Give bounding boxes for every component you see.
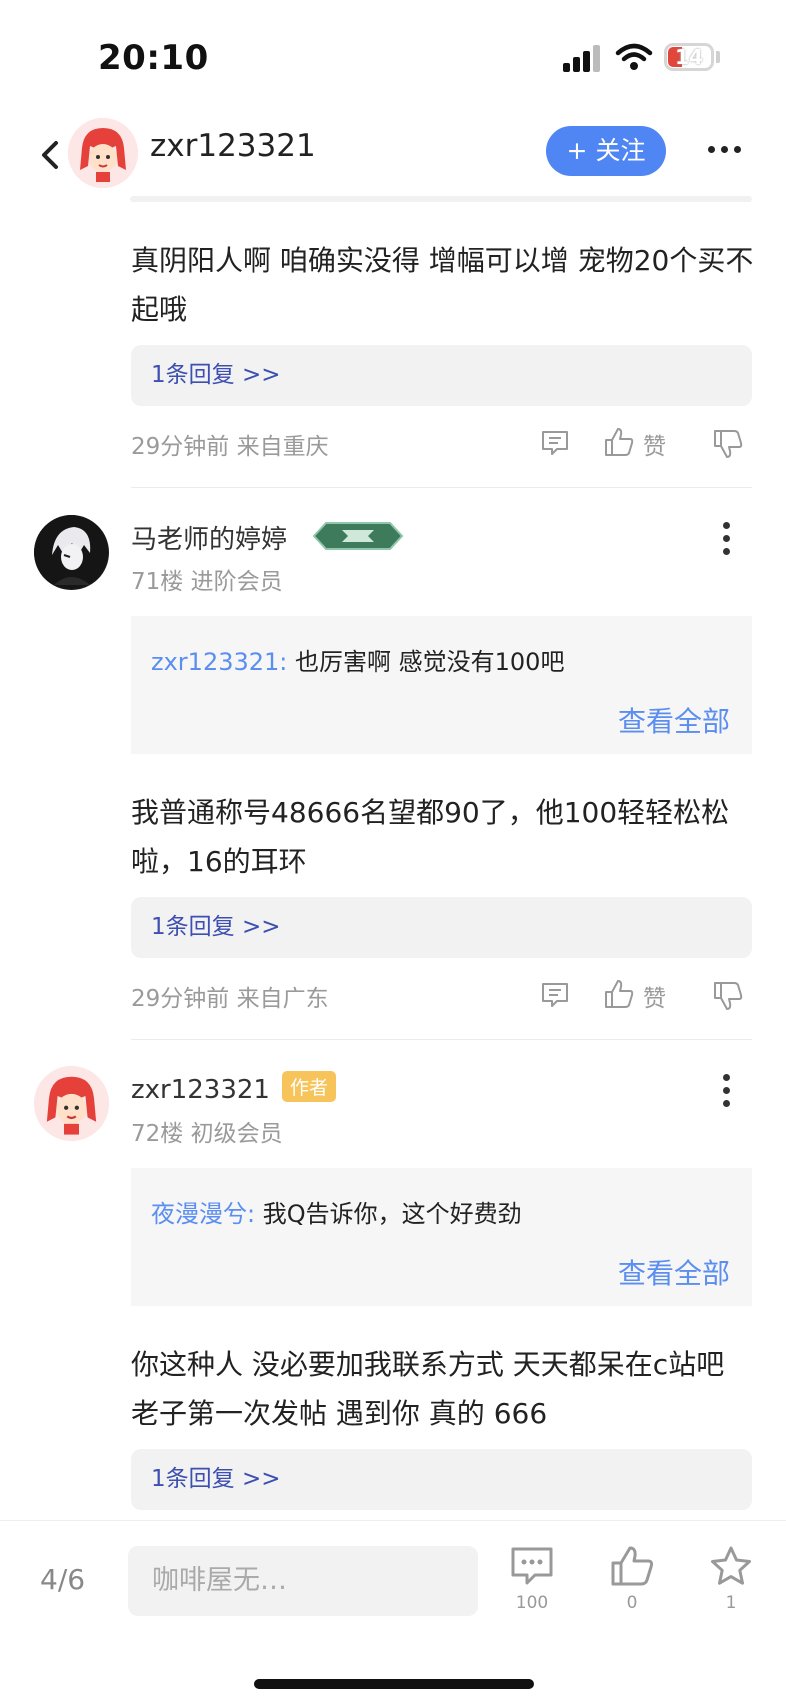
follow-button[interactable]: + 关注 [546, 126, 666, 176]
quote-line: 夜漫漫兮: 我Q告诉你，这个好费劲 [151, 1194, 522, 1229]
quote-text: 也厉害啊 感觉没有100吧 [287, 648, 565, 676]
view-all-link[interactable]: 查看全部 [618, 700, 730, 740]
floor-info: 71楼 进阶会员 [131, 569, 283, 595]
author-name[interactable]: zxr123321 [150, 128, 316, 164]
user-avatar[interactable] [34, 1066, 109, 1141]
comment-input[interactable]: 咖啡屋无… [128, 1546, 478, 1616]
like-label[interactable]: 赞 [643, 427, 666, 461]
reply-icon[interactable] [540, 980, 570, 1010]
star-icon [711, 1546, 751, 1585]
quote-username[interactable]: 夜漫漫兮: [151, 1200, 255, 1228]
comment-divider [131, 1039, 752, 1040]
favorite-button[interactable]: 1 [701, 1545, 761, 1613]
quote-text: 我Q告诉你，这个好费劲 [255, 1200, 522, 1228]
quoted-comment: 夜漫漫兮: 我Q告诉你，这个好费劲 查看全部 [131, 1168, 752, 1306]
comment-meta: 29分钟前 来自重庆 [131, 434, 329, 460]
battery-level: 14 [675, 45, 703, 69]
signal-icon [563, 44, 603, 72]
comment-divider [131, 487, 752, 488]
quote-line: zxr123321: 也厉害啊 感觉没有100吧 [151, 642, 564, 677]
like-icon[interactable] [603, 978, 635, 1010]
more-options-icon[interactable] [708, 146, 742, 156]
comment-text: 你这种人 没必要加我联系方式 天天都呆在c站吧 老子第一次发帖 遇到你 真的 6… [131, 1348, 725, 1430]
home-indicator[interactable] [254, 1679, 534, 1689]
comment-username-row: zxr123321 作者 [131, 1071, 336, 1105]
quoted-comment: zxr123321: 也厉害啊 感觉没有100吧 查看全部 [131, 616, 752, 754]
comment-more-icon[interactable] [722, 522, 732, 556]
user-avatar[interactable] [34, 515, 109, 590]
status-time: 20:10 [98, 38, 209, 78]
post-header: zxr123321 + 关注 [0, 110, 786, 200]
reply-link[interactable]: 1条回复 >> [131, 345, 752, 406]
level-badge-icon [312, 522, 404, 550]
header-divider [130, 196, 752, 202]
author-avatar[interactable] [68, 118, 138, 188]
back-arrow-icon[interactable] [36, 138, 66, 172]
like-count: 0 [626, 1593, 638, 1613]
like-label[interactable]: 赞 [643, 979, 666, 1013]
status-bar: 20:10 14 [0, 0, 786, 110]
comment-count: 100 [515, 1593, 549, 1613]
bottom-bar: 4/6 咖啡屋无… 100 0 1 [0, 1520, 786, 1704]
floor-info: 72楼 初级会员 [131, 1121, 283, 1147]
page-indicator[interactable]: 4/6 [40, 1563, 85, 1596]
like-button[interactable]: 0 [602, 1545, 662, 1613]
like-icon[interactable] [603, 426, 635, 458]
comment-more-icon[interactable] [722, 1074, 732, 1108]
battery-icon: 14 [664, 43, 714, 71]
comment-text: 我普通称号48666名望都90了，他100轻轻松松啦，16的耳环 [131, 796, 730, 878]
comment-meta: 29分钟前 来自广东 [131, 986, 329, 1012]
author-badge: 作者 [281, 1071, 336, 1102]
quote-username[interactable]: zxr123321: [151, 648, 287, 676]
reply-link[interactable]: 1条回复 >> [131, 897, 752, 958]
reply-icon[interactable] [540, 428, 570, 458]
comments-button[interactable]: 100 [502, 1545, 562, 1613]
star-count: 1 [725, 1593, 737, 1613]
comment-text: 真阴阳人啊 咱确实没得 增幅可以增 宠物20个买不起哦 [131, 244, 754, 326]
view-all-link[interactable]: 查看全部 [618, 1252, 730, 1292]
comment-username[interactable]: 马老师的婷婷 [131, 519, 287, 556]
thumbs-up-icon [611, 1546, 654, 1586]
comment-icon [511, 1547, 553, 1585]
wifi-icon [615, 43, 653, 70]
dislike-icon[interactable] [712, 428, 744, 460]
reply-link[interactable]: 1条回复 >> [131, 1449, 752, 1510]
comment-username[interactable]: zxr123321 [131, 1075, 270, 1105]
dislike-icon[interactable] [712, 980, 744, 1012]
